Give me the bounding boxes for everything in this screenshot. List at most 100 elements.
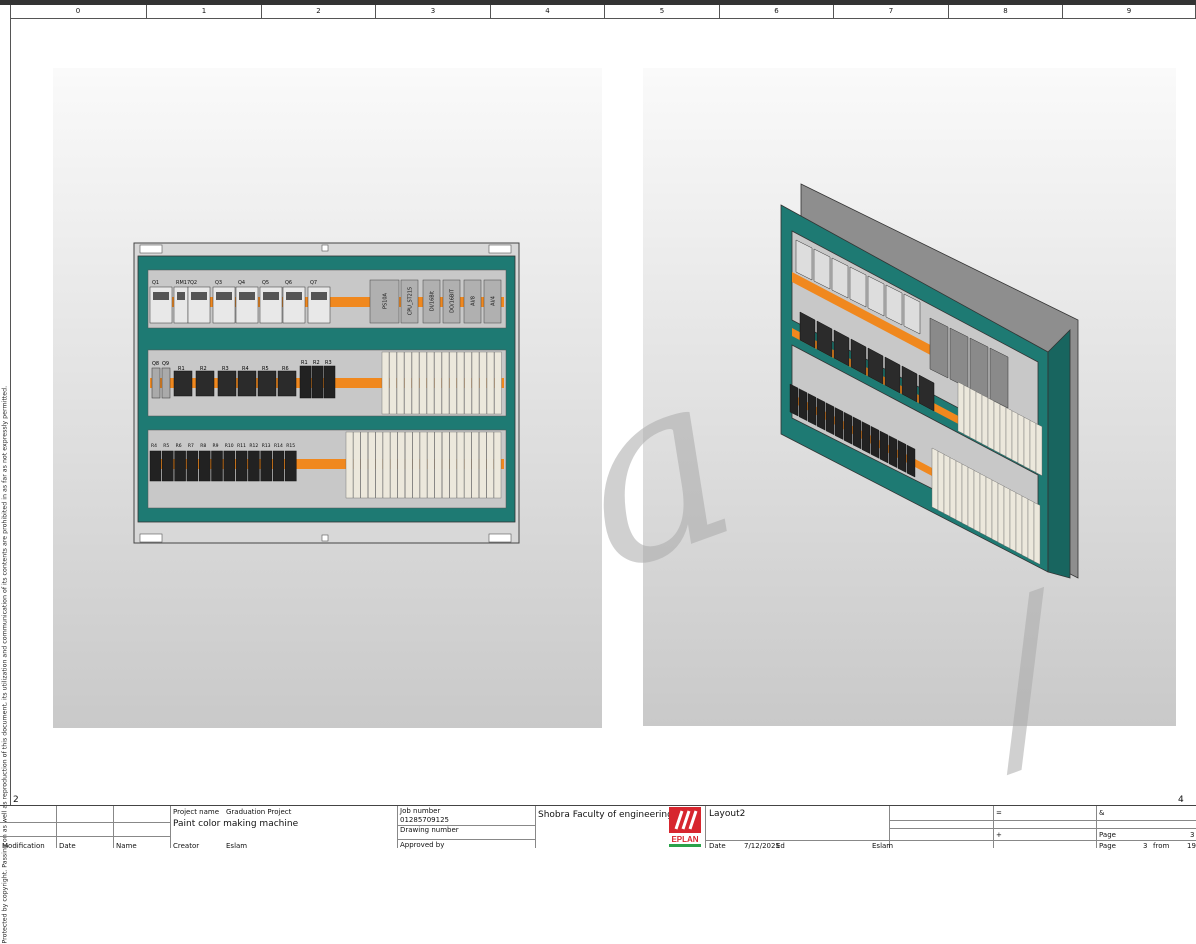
relay-row3-10 xyxy=(272,450,285,482)
relay-row3-label-2: R6 xyxy=(176,443,182,449)
contactor-2 xyxy=(217,370,237,397)
iso-plc-module xyxy=(929,317,949,379)
iso-terminal-row3 xyxy=(937,450,945,514)
relay-row3-5 xyxy=(211,450,223,482)
breaker-window xyxy=(177,292,185,300)
terminal-block-row3 xyxy=(412,431,420,499)
plc-module-label-2: DI/16BIt xyxy=(430,291,436,311)
breaker-window xyxy=(153,292,169,300)
terminal-block xyxy=(381,351,390,415)
iso-terminal xyxy=(981,394,989,448)
iso-terminal-row3 xyxy=(979,473,987,536)
iso-terminal xyxy=(987,397,995,451)
breaker-label-1: RM17 xyxy=(176,280,190,286)
iso-relay xyxy=(861,421,871,454)
iso-terminal-row3 xyxy=(997,482,1005,546)
terminal-block xyxy=(494,351,502,415)
breaker-window xyxy=(239,292,255,300)
breaker-label-7: Q7 xyxy=(310,280,317,286)
contactor-4 xyxy=(257,370,277,397)
editor-name: Eslam xyxy=(872,842,894,850)
page-value: 3 xyxy=(1190,831,1195,839)
terminal-block xyxy=(449,351,457,415)
creator-name: Eslam xyxy=(226,842,248,850)
sheet-title: Layout2 xyxy=(709,809,746,819)
terminal-block-row3 xyxy=(449,431,457,499)
relay-label-2: R3 xyxy=(325,360,332,366)
breaker-label-0: Q1 xyxy=(152,280,159,286)
page-mark-left: 2 xyxy=(13,795,19,805)
company-name: Shobra Faculty of engineering xyxy=(538,810,673,820)
plc-module-label-1: CPU_ST215 xyxy=(408,287,414,315)
iso-terminal-row3 xyxy=(1003,486,1011,549)
terminal-block-row3 xyxy=(353,431,361,499)
relay-row3-label-6: R10 xyxy=(225,443,234,449)
plc-module-label-0: PS10A xyxy=(383,292,389,309)
iso-terminal-row3 xyxy=(1021,495,1029,559)
relay-row3-label-11: R15 xyxy=(286,443,295,449)
relay-label-0: R1 xyxy=(301,360,308,366)
plus-mark: + xyxy=(996,831,1002,839)
terminal-block-row3 xyxy=(360,431,368,499)
terminal-block-row3 xyxy=(493,431,502,499)
iso-terminal xyxy=(957,381,965,435)
breaker-window xyxy=(311,292,327,300)
terminal-block xyxy=(404,351,412,415)
job-number-label: Job number xyxy=(400,807,441,815)
iso-relay xyxy=(843,411,853,445)
terminal-block-row3 xyxy=(471,431,479,499)
breaker-label-3: Q3 xyxy=(215,280,222,286)
title-block: Project name Graduation Project Paint co… xyxy=(0,805,1196,850)
iso-terminal xyxy=(1005,407,1013,460)
iso-terminal-row3 xyxy=(943,454,951,517)
contactor-1 xyxy=(195,370,215,397)
breaker-label-6: Q6 xyxy=(285,280,292,286)
relay-row3-11 xyxy=(285,450,297,482)
contactor-label-0: R1 xyxy=(178,366,185,372)
relay-row3-label-7: R11 xyxy=(237,443,246,449)
creator-label: Creator xyxy=(173,842,200,850)
iso-terminal-row3 xyxy=(955,460,963,524)
breaker-label-4: Q4 xyxy=(238,280,245,286)
amp-mark: & xyxy=(1099,809,1105,817)
iso-terminal xyxy=(969,388,977,441)
iso-terminal xyxy=(1017,413,1025,467)
device-Q9 xyxy=(161,367,171,399)
terminal-block-row3 xyxy=(456,431,465,499)
eplan-logo-text: EPLAN xyxy=(671,835,698,844)
relay-row3-3 xyxy=(186,450,199,482)
breaker-window xyxy=(286,292,302,300)
relay-0 xyxy=(299,365,312,399)
eq-mark: = xyxy=(996,809,1002,817)
page-from-value: 3 xyxy=(1143,842,1148,850)
breaker-window xyxy=(263,292,279,300)
iso-relay xyxy=(906,444,916,478)
iso-relay xyxy=(834,407,844,440)
terminal-block xyxy=(389,351,397,415)
contactor-3 xyxy=(237,370,257,397)
iso-terminal-row3 xyxy=(1015,492,1023,556)
iso-relay xyxy=(798,388,808,422)
iso-terminal xyxy=(1035,423,1043,476)
terminal-block xyxy=(426,351,435,415)
iso-relay xyxy=(852,416,862,450)
terminal-block-row3 xyxy=(405,431,413,499)
relay-2 xyxy=(323,365,336,399)
from-label: from xyxy=(1153,842,1170,850)
relay-row3-label-1: R5 xyxy=(163,443,169,449)
iso-relay xyxy=(870,425,880,459)
relay-row3-label-10: R14 xyxy=(274,443,283,449)
iso-terminal xyxy=(963,384,971,438)
terminal-block xyxy=(456,351,465,415)
iso-terminal-row3 xyxy=(991,479,999,543)
eplan-logo: EPLAN xyxy=(669,807,701,847)
terminal-block-row3 xyxy=(434,431,442,499)
contactor-5 xyxy=(277,370,297,397)
relay-row3-label-9: R13 xyxy=(262,443,271,449)
terminal-block xyxy=(471,351,480,415)
terminal-block-row3 xyxy=(397,431,405,499)
breaker-label-5: Q5 xyxy=(262,280,269,286)
front-view-drawing: Q1 RM17 Q2 Q3 Q4 Q5 Q6 Q7 PS10A CPU_ST215 DI/16BI… xyxy=(133,183,1079,579)
relay-row3-7 xyxy=(235,450,248,482)
iso-terminal-row3 xyxy=(931,447,939,511)
